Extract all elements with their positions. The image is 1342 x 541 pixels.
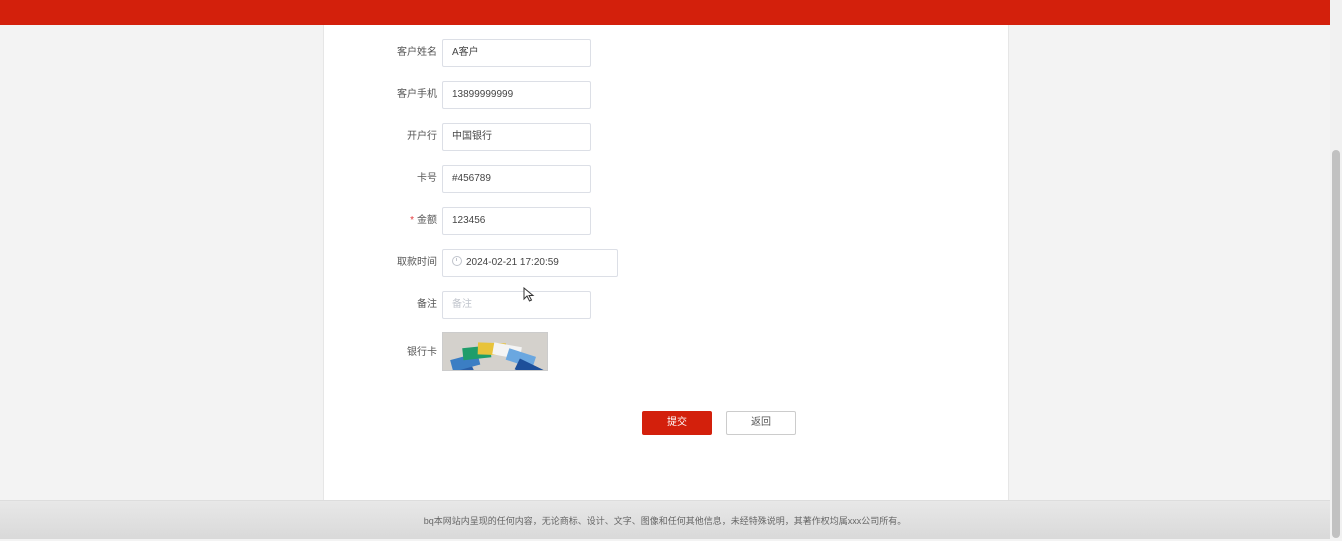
form-row-bank: 开户行 中国银行	[324, 123, 1008, 151]
customer-phone-label: 客户手机	[397, 89, 437, 100]
scrollbar-thumb[interactable]	[1332, 150, 1340, 538]
form-panel: 客户姓名 A客户 客户手机 13899999999 开户行 中国银行 卡号 #4…	[323, 25, 1009, 500]
bank-label: 开户行	[407, 131, 437, 142]
mouse-cursor-icon	[523, 287, 535, 302]
card-number-input[interactable]: #456789	[442, 165, 591, 193]
bank-card-image-label: 银行卡	[407, 347, 437, 358]
form-row-remark: 备注 备注	[324, 291, 1008, 319]
remark-input[interactable]: 备注	[442, 291, 591, 319]
bank-card-image[interactable]	[442, 332, 548, 371]
footer-copyright: bq本网站内呈现的任何内容，无论商标、设计、文字、图像和任何其他信息，未经特殊说…	[0, 500, 1330, 539]
form-row-customer-name: 客户姓名 A客户	[324, 39, 1008, 67]
form-row-withdraw-time: 取款时间 2024-02-21 17:20:59	[324, 249, 1008, 277]
bank-input[interactable]: 中国银行	[442, 123, 591, 151]
card-number-label: 卡号	[417, 173, 437, 184]
withdraw-time-value: 2024-02-21 17:20:59	[466, 257, 559, 268]
form-row-card-number: 卡号 #456789	[324, 165, 1008, 193]
top-header-bar	[0, 0, 1330, 25]
form-row-amount: * 金额 123456	[324, 207, 1008, 235]
remark-label: 备注	[417, 299, 437, 310]
amount-label-text: 金额	[417, 215, 437, 226]
withdraw-time-label: 取款时间	[397, 257, 437, 268]
submit-button[interactable]: 提交	[642, 411, 712, 435]
required-mark: *	[410, 215, 414, 226]
amount-input[interactable]: 123456	[442, 207, 591, 235]
customer-name-label: 客户姓名	[397, 47, 437, 58]
withdraw-time-picker[interactable]: 2024-02-21 17:20:59	[442, 249, 618, 277]
form-row-customer-phone: 客户手机 13899999999	[324, 81, 1008, 109]
customer-phone-input[interactable]: 13899999999	[442, 81, 591, 109]
bank-cards-picture	[443, 333, 547, 370]
vertical-scrollbar[interactable]	[1330, 0, 1342, 538]
back-button[interactable]: 返回	[726, 411, 796, 435]
amount-label: * 金额	[410, 207, 437, 235]
clock-icon	[452, 256, 462, 266]
form-row-bank-card-image: 银行卡	[324, 332, 1008, 371]
customer-name-input[interactable]: A客户	[442, 39, 591, 67]
